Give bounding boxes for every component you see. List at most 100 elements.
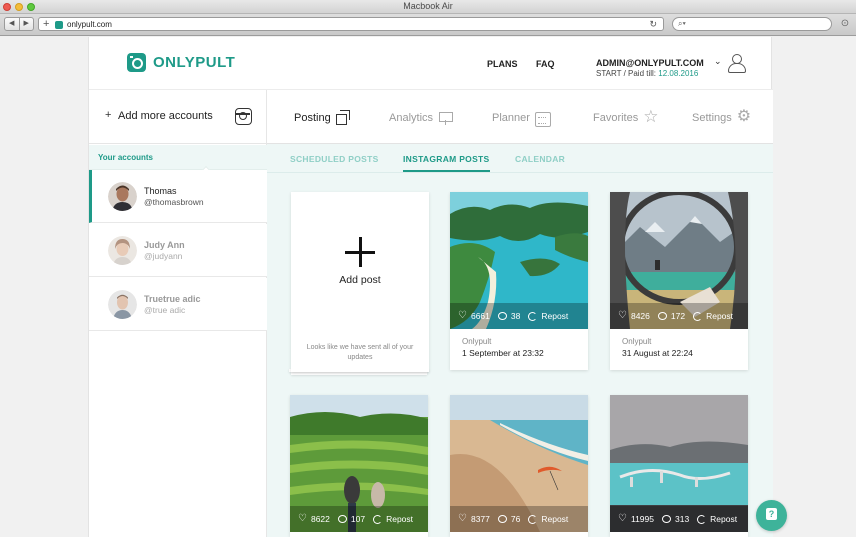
- instagram-icon[interactable]: [235, 108, 252, 125]
- post-photo[interactable]: ♡ 8622 107 Repost: [290, 395, 428, 532]
- post-photo[interactable]: ♡ 8426 172 Repost: [610, 192, 748, 329]
- post-stats: ♡ 8377 76 Repost: [450, 506, 588, 532]
- plus-icon: +: [105, 109, 112, 121]
- address-bar[interactable]: + onlypult.com ↻: [38, 17, 664, 31]
- post-stats: ♡ 8426 172 Repost: [610, 303, 748, 329]
- favicon-icon: [55, 21, 63, 29]
- post-photo[interactable]: ♡ 11995 313 Repost: [610, 395, 748, 532]
- repost-label: Repost: [710, 514, 738, 524]
- heart-icon: ♡: [618, 513, 627, 524]
- tab-label: Analytics: [389, 112, 434, 124]
- url-text[interactable]: onlypult.com: [67, 19, 112, 30]
- tab-label: Posting: [294, 112, 331, 124]
- back-icon[interactable]: ◀: [5, 18, 20, 30]
- repost-button[interactable]: Repost: [373, 514, 413, 524]
- post-author: Onlypult: [622, 337, 652, 346]
- tab-planner[interactable]: Planner: [492, 110, 551, 127]
- post-photo[interactable]: ♡ 6661 38 Repost: [450, 192, 588, 329]
- repost-button[interactable]: Repost: [528, 514, 568, 524]
- post-photo[interactable]: ♡ 8377 76 Repost: [450, 395, 588, 532]
- reload-icon[interactable]: ↻: [649, 18, 657, 30]
- tab-posting[interactable]: Posting: [294, 110, 352, 126]
- add-post-note: Looks like we have sent all of your upda…: [306, 344, 414, 361]
- post-stats: ♡ 6661 38 Repost: [450, 303, 588, 329]
- subtab-scheduled-posts[interactable]: SCHEDULED POSTS: [290, 154, 379, 164]
- heart-icon: ♡: [618, 310, 627, 321]
- nav-plans-link[interactable]: PLANS: [487, 59, 518, 69]
- repost-button[interactable]: Repost: [528, 311, 568, 321]
- add-post-card[interactable]: Add post Looks like we have sent all of …: [291, 192, 429, 372]
- heart-icon: ♡: [458, 310, 467, 321]
- comments-count[interactable]: 172: [657, 311, 685, 321]
- comments-value: 76: [510, 514, 521, 524]
- tab-favorites[interactable]: Favorites ☆: [593, 107, 659, 126]
- browser-toolbar: ◀ ▶ + onlypult.com ↻ ⌕▾ ⊙: [0, 14, 856, 36]
- comment-icon: [661, 515, 671, 523]
- nav-faq-link[interactable]: FAQ: [536, 59, 555, 69]
- repost-button[interactable]: Repost: [693, 311, 733, 321]
- search-icon: ⌕▾: [678, 19, 686, 28]
- comments-count[interactable]: 76: [497, 514, 521, 524]
- likes-count[interactable]: ♡ 11995: [618, 513, 654, 525]
- forward-icon[interactable]: ▶: [20, 18, 34, 30]
- add-accounts-button[interactable]: + Add more accounts: [89, 90, 267, 144]
- comments-count[interactable]: 107: [337, 514, 366, 524]
- add-accounts-label: Add more accounts: [118, 110, 213, 122]
- account-item-thomas[interactable]: Thomas @thomasbrown: [89, 170, 267, 223]
- likes-value: 11995: [630, 514, 654, 524]
- logo[interactable]: ONLYPULT: [127, 53, 235, 72]
- plus-icon[interactable]: +: [43, 18, 49, 30]
- account-item-judy-ann[interactable]: Judy Ann @judyann: [89, 224, 267, 277]
- repost-icon: [373, 514, 383, 524]
- post-author: Onlypult: [462, 337, 492, 346]
- account-handle: @true adic: [144, 305, 186, 315]
- account-handle: @thomasbrown: [144, 197, 204, 207]
- repost-button[interactable]: Repost: [697, 514, 737, 524]
- browser-search-input[interactable]: ⌕▾: [672, 17, 832, 31]
- likes-count[interactable]: ♡ 8426: [618, 310, 650, 322]
- tab-settings[interactable]: Settings ⚙: [692, 109, 751, 126]
- post-date: 31 August at 22:24: [622, 348, 693, 358]
- likes-count[interactable]: ♡ 8622: [298, 514, 330, 525]
- post-card[interactable]: ♡ 8426 172 Repost Onlypult 31 August at 2…: [610, 192, 748, 370]
- admin-email[interactable]: ADMIN@ONLYPULT.COM: [596, 58, 704, 68]
- comments-count[interactable]: 313: [661, 514, 689, 524]
- chevron-down-icon[interactable]: ⌄: [714, 56, 722, 67]
- account-item-truetrue-adic[interactable]: Truetrue adic @true adic: [89, 278, 267, 331]
- your-accounts-label: Your accounts: [98, 153, 153, 162]
- plan-status: START / Paid till: 12.08.2016: [596, 69, 698, 78]
- subtab-instagram-posts[interactable]: INSTAGRAM POSTS: [403, 154, 490, 172]
- likes-value: 6661: [470, 311, 490, 321]
- comment-icon: [497, 515, 507, 523]
- help-chat-button[interactable]: [756, 500, 787, 531]
- plus-icon: [345, 237, 375, 267]
- back-forward-buttons: ◀ ▶: [4, 17, 34, 31]
- avatar: [108, 236, 137, 265]
- likes-value: 8426: [630, 311, 650, 321]
- likes-count[interactable]: ♡ 8377: [458, 514, 490, 525]
- avatar: [108, 182, 137, 211]
- main-tabs: Posting Analytics Planner Favorites ☆ Se…: [267, 90, 773, 144]
- add-post-label: Add post: [339, 274, 381, 286]
- star-icon: ☆: [643, 107, 659, 126]
- subtab-calendar[interactable]: CALENDAR: [515, 154, 565, 164]
- posting-icon: [335, 110, 352, 126]
- post-card[interactable]: ♡ 8377 76 Repost: [450, 395, 588, 537]
- download-icon[interactable]: ⊙: [838, 17, 852, 31]
- repost-icon: [528, 514, 538, 524]
- post-stats: ♡ 11995 313 Repost: [610, 506, 748, 532]
- post-date: 1 September at 23:32: [462, 348, 544, 358]
- posting-subtabs: SCHEDULED POSTS INSTAGRAM POSTS CALENDAR: [267, 145, 773, 173]
- comment-icon: [657, 312, 667, 320]
- likes-count[interactable]: ♡ 6661: [458, 310, 490, 322]
- comments-value: 107: [350, 514, 366, 524]
- repost-label: Repost: [386, 514, 414, 524]
- post-card[interactable]: ♡ 8622 107 Repost: [290, 395, 428, 537]
- user-icon[interactable]: [728, 54, 746, 73]
- plan-prefix: START / Paid till:: [596, 69, 657, 78]
- comments-count[interactable]: 38: [497, 311, 520, 321]
- post-card[interactable]: ♡ 11995 313 Repost: [610, 395, 748, 537]
- tab-analytics[interactable]: Analytics: [389, 110, 454, 126]
- post-card[interactable]: ♡ 6661 38 Repost Onlypult 1 September at …: [450, 192, 588, 370]
- repost-icon: [693, 311, 703, 321]
